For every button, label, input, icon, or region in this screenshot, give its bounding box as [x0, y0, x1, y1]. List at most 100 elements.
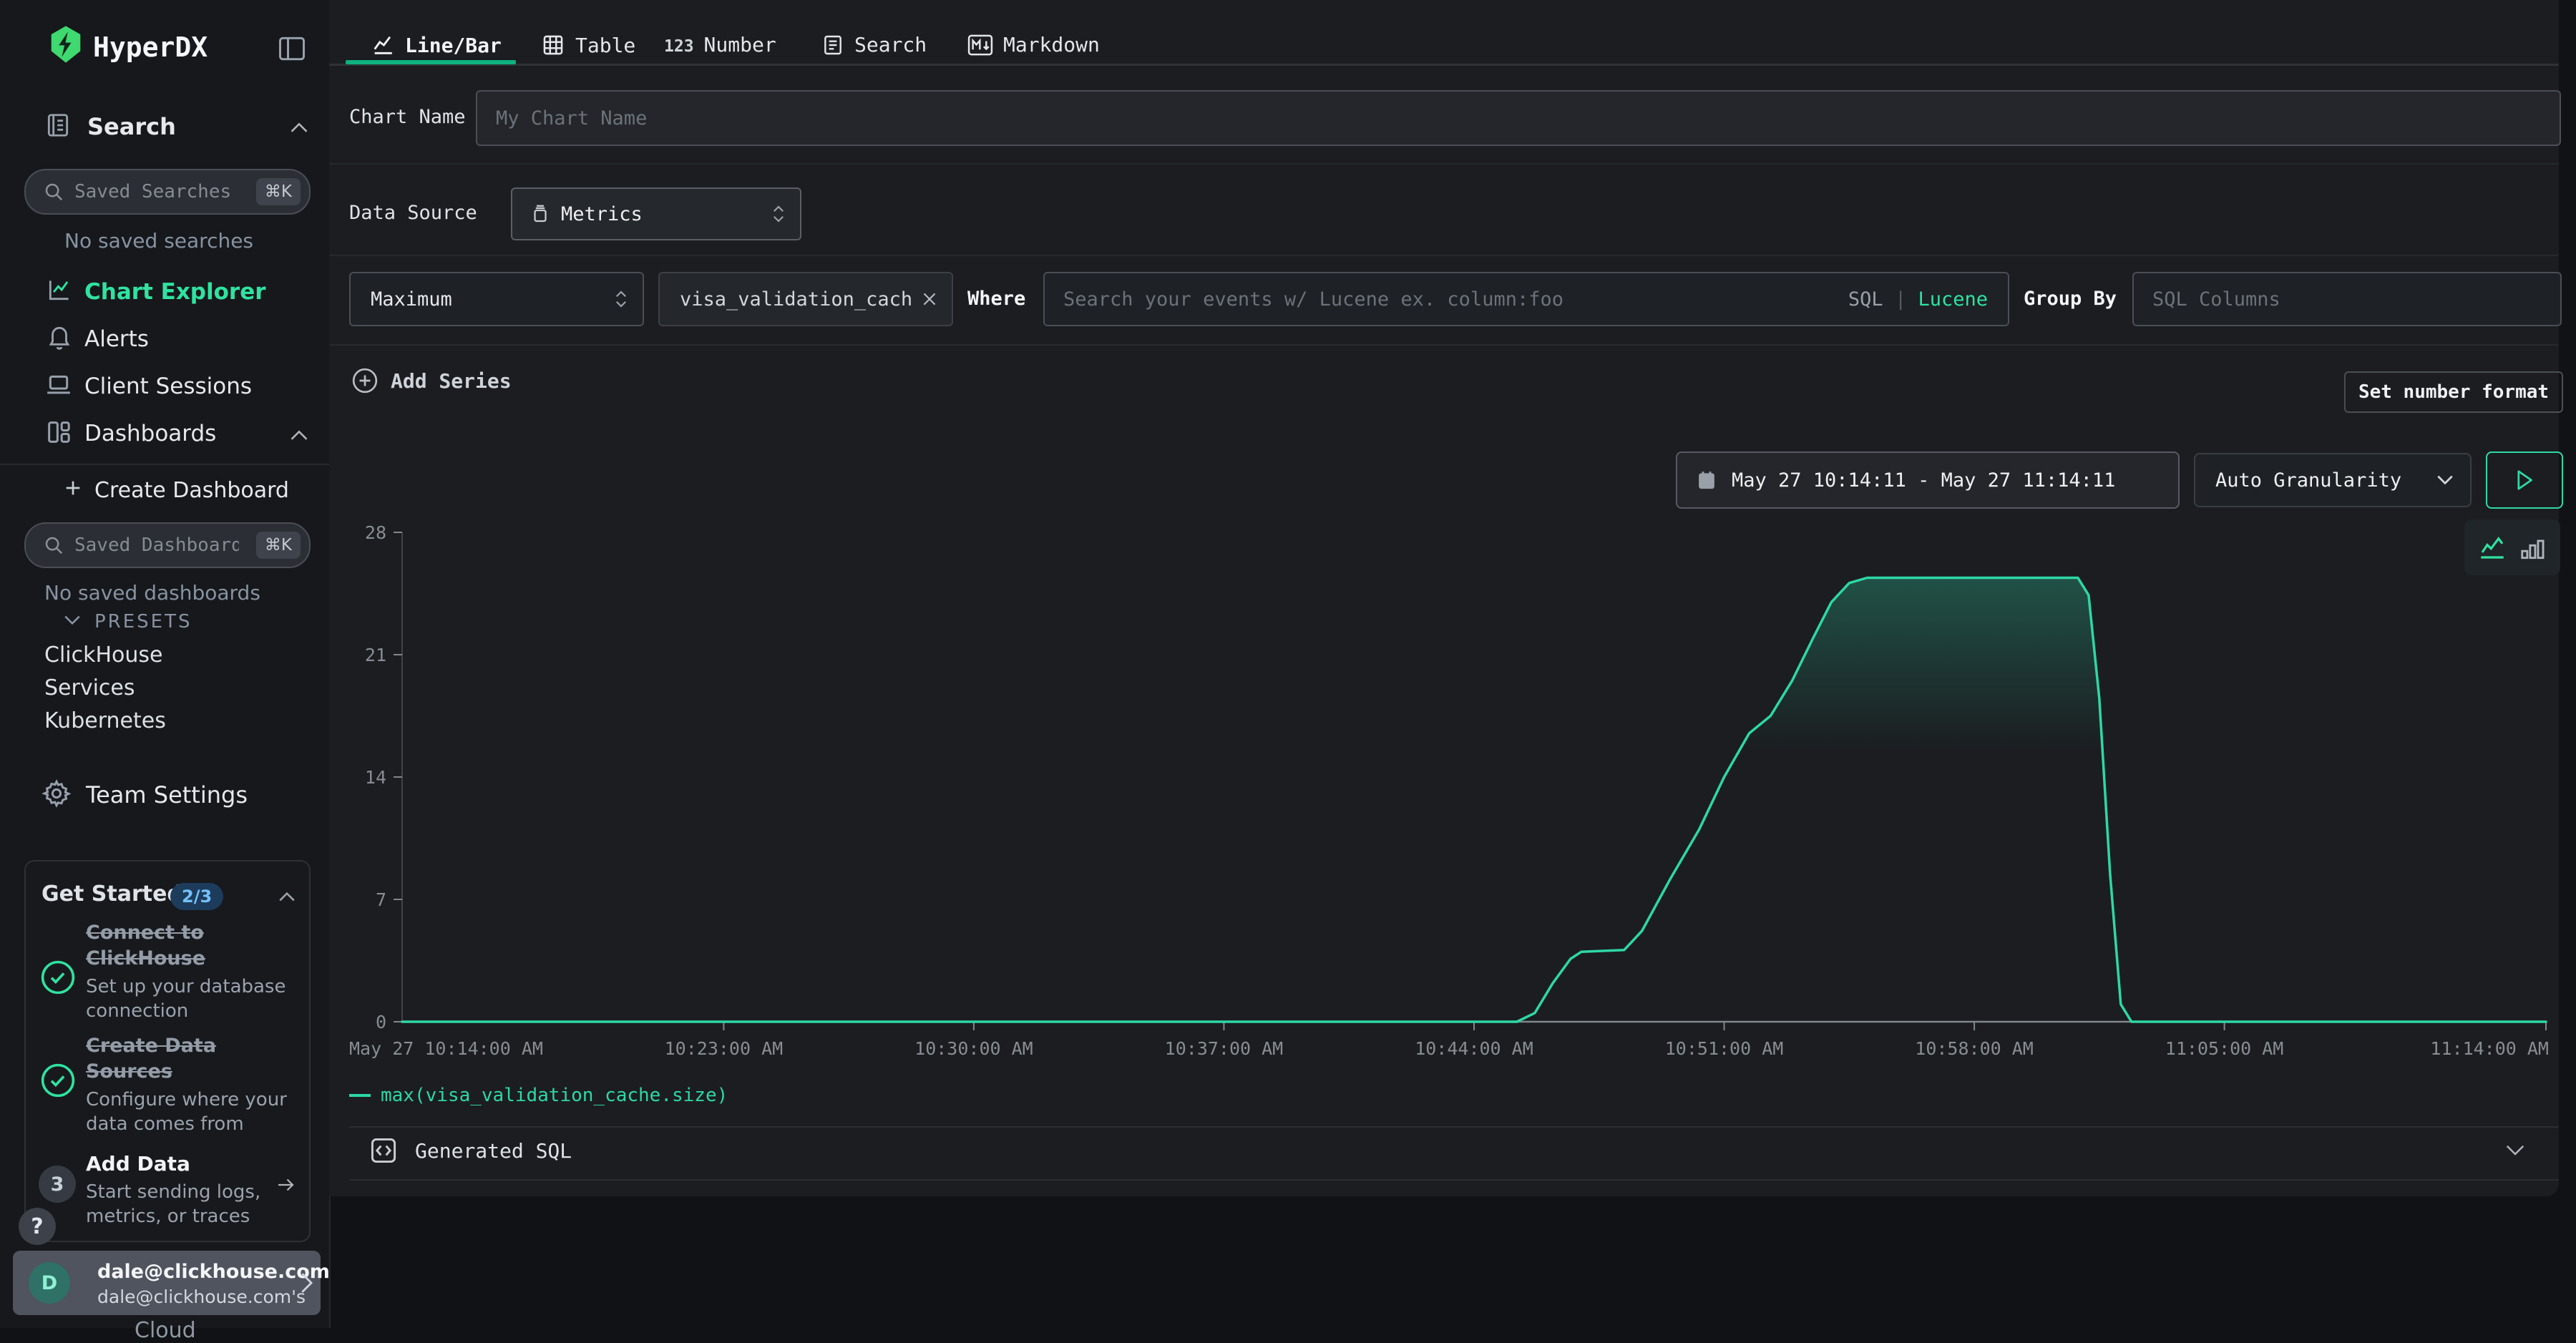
saved-dashboards-search[interactable]: ⌘K: [24, 522, 311, 568]
metric-chip-value: visa_validation_cach: [680, 288, 912, 311]
metric-field-chip[interactable]: visa_validation_cach: [658, 272, 953, 326]
time-range-picker[interactable]: May 27 10:14:11 - May 27 11:14:11: [1676, 451, 2180, 509]
divider: [329, 255, 2559, 256]
preset-item-kubernetes[interactable]: Kubernetes: [44, 708, 166, 733]
svg-text:11:05:00 AM: 11:05:00 AM: [2165, 1038, 2284, 1059]
saved-searches-input[interactable]: [73, 180, 240, 203]
plus-circle-icon: [351, 366, 379, 395]
markdown-icon: [967, 34, 993, 57]
close-icon[interactable]: [920, 290, 939, 308]
chart-name-label: Chart Name: [349, 106, 466, 128]
step-description: Set up your database connection: [86, 975, 301, 1024]
search-icon: [43, 534, 64, 556]
step-done-check-icon: [39, 1061, 77, 1100]
sidebar-collapse-button[interactable]: [276, 33, 308, 64]
step-title: Create Data Sources: [86, 1033, 301, 1085]
help-button[interactable]: ?: [19, 1208, 56, 1245]
add-series-button[interactable]: Add Series: [351, 366, 512, 395]
data-source-select[interactable]: Metrics: [511, 187, 801, 240]
sql-language-toggle[interactable]: SQL: [1848, 288, 1883, 311]
run-query-button[interactable]: [2486, 451, 2563, 509]
get-started-chevron-up-icon[interactable]: [278, 890, 296, 903]
aggregation-select[interactable]: Maximum: [349, 272, 644, 326]
svg-text:10:58:00 AM: 10:58:00 AM: [1915, 1038, 2034, 1059]
sidebar-item-dashboards[interactable]: Dashboards: [84, 421, 216, 446]
aggregation-value: Maximum: [371, 288, 452, 311]
set-number-format-button[interactable]: Set number format: [2344, 371, 2563, 413]
tab-bar-border: [329, 64, 2559, 66]
group-by-input[interactable]: [2134, 288, 2560, 311]
step-title: Connect to ClickHouse: [86, 920, 301, 972]
search-section-icon: [44, 112, 72, 139]
saved-searches-shortcut: ⌘K: [256, 178, 301, 205]
lucene-language-toggle[interactable]: Lucene: [1918, 288, 1988, 311]
no-saved-searches-text: No saved searches: [64, 229, 253, 253]
where-input[interactable]: [1045, 288, 1726, 311]
sidebar-item-chart-explorer[interactable]: Chart Explorer: [84, 279, 266, 305]
preset-item-clickhouse[interactable]: ClickHouse: [44, 643, 163, 668]
get-started-step[interactable]: Add Data Start sending logs, metrics, or…: [86, 1151, 269, 1229]
svg-text:10:30:00 AM: 10:30:00 AM: [914, 1038, 1033, 1059]
avatar: D: [29, 1262, 70, 1304]
divider: [329, 344, 2559, 346]
laptop-icon: [44, 371, 73, 399]
group-by-field: [2132, 272, 2562, 326]
legend-label: max(visa_validation_cache.size): [381, 1085, 728, 1106]
tab-label: Table: [575, 34, 635, 57]
tab-table[interactable]: Table: [541, 33, 635, 57]
no-saved-dashboards-text: No saved dashboards: [44, 581, 260, 605]
get-started-progress-badge: 2/3: [170, 883, 223, 910]
svg-text:May 27 10:14:00 AM: May 27 10:14:00 AM: [349, 1038, 543, 1059]
line-chart-icon: [371, 33, 395, 57]
tab-label: Search: [854, 33, 927, 57]
sidebar-item-client-sessions[interactable]: Client Sessions: [84, 373, 252, 399]
chart-line-icon: [46, 276, 73, 303]
svg-text:10:44:00 AM: 10:44:00 AM: [1415, 1038, 1533, 1059]
chart-name-input[interactable]: [477, 107, 2560, 130]
legend-line-swatch: [349, 1094, 371, 1097]
generated-sql-chevron-down-icon[interactable]: [2504, 1143, 2526, 1158]
sidebar-item-team-settings[interactable]: Team Settings: [86, 781, 248, 809]
tab-label: Number: [704, 33, 776, 57]
saved-searches-search[interactable]: ⌘K: [24, 169, 311, 215]
tab-label: Markdown: [1003, 33, 1100, 57]
search-section-chevron-up-icon[interactable]: [289, 120, 309, 135]
get-started-step[interactable]: Create Data Sources Configure where your…: [86, 1033, 301, 1136]
tab-markdown[interactable]: Markdown: [967, 33, 1100, 57]
user-menu[interactable]: D dale@clickhouse.com dale@clickhouse.co…: [13, 1251, 321, 1315]
database-icon: [530, 203, 551, 225]
saved-dashboards-shortcut: ⌘K: [256, 532, 301, 559]
where-label: Where: [967, 288, 1025, 310]
step-title: Add Data: [86, 1151, 269, 1178]
chevron-right-icon: [298, 1271, 315, 1295]
step-number-badge: 3: [39, 1166, 76, 1203]
user-email: dale@clickhouse.com: [97, 1261, 330, 1283]
presets-header[interactable]: PRESETS: [94, 611, 192, 633]
saved-dashboards-input[interactable]: [73, 534, 240, 557]
sidebar-item-alerts[interactable]: Alerts: [84, 326, 149, 352]
divider: [329, 163, 2559, 165]
dashboard-grid-icon: [44, 418, 73, 446]
user-org-clipped-text: Cloud: [135, 1318, 196, 1343]
timeseries-chart[interactable]: 07142128May 27 10:14:00 AM10:23:00 AM10:…: [322, 517, 2569, 1082]
dashboards-chevron-up-icon[interactable]: [289, 428, 309, 442]
sidebar-section-search[interactable]: Search: [87, 113, 176, 140]
svg-text:10:51:00 AM: 10:51:00 AM: [1665, 1038, 1784, 1059]
play-icon: [2515, 469, 2534, 491]
svg-text:28: 28: [365, 522, 386, 543]
granularity-select[interactable]: Auto Granularity: [2194, 453, 2472, 507]
preset-item-services[interactable]: Services: [44, 675, 135, 700]
tab-search[interactable]: Search: [821, 33, 927, 57]
get-started-step[interactable]: Connect to ClickHouse Set up your databa…: [86, 920, 301, 1023]
data-source-value: Metrics: [561, 203, 643, 225]
active-tab-underline: [346, 60, 516, 64]
legend-item[interactable]: max(visa_validation_cache.size): [349, 1085, 728, 1106]
tab-label: Line/Bar: [405, 34, 502, 57]
gear-icon: [42, 778, 72, 809]
create-dashboard-button[interactable]: Create Dashboard: [94, 478, 289, 503]
get-started-panel: Get Started 2/3 Connect to ClickHouse Se…: [24, 860, 311, 1242]
tab-number[interactable]: 123 Number: [664, 33, 776, 57]
generated-sql-toggle[interactable]: Generated SQL: [368, 1135, 572, 1166]
presets-chevron-down-icon[interactable]: [63, 614, 82, 627]
tab-line-bar[interactable]: Line/Bar: [371, 33, 502, 57]
